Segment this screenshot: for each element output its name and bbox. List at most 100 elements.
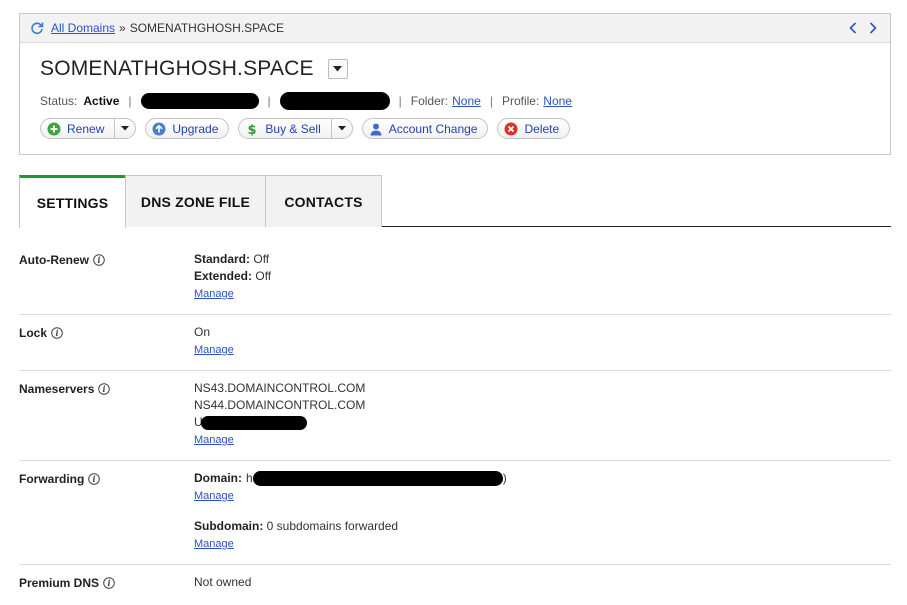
delete-button[interactable]: Delete bbox=[497, 118, 571, 139]
premium-dns-label: Premium DNS bbox=[19, 576, 100, 590]
forwarding-subdomain-manage-link[interactable]: Manage bbox=[194, 538, 234, 550]
divider: | bbox=[398, 94, 402, 108]
divider: | bbox=[489, 94, 493, 108]
upgrade-button[interactable]: Upgrade bbox=[145, 118, 230, 139]
extended-label: Extended: bbox=[194, 269, 253, 283]
svg-text:i: i bbox=[55, 328, 58, 338]
chevron-down-icon bbox=[337, 126, 346, 131]
standard-label: Standard: bbox=[194, 252, 251, 266]
redacted-created-date bbox=[140, 93, 259, 109]
chevron-down-icon bbox=[121, 126, 130, 131]
divider: | bbox=[128, 94, 132, 108]
profile-label: Profile: bbox=[501, 94, 540, 108]
folder-link[interactable]: None bbox=[452, 94, 481, 108]
forwarding-domain-prefix: h bbox=[246, 471, 253, 485]
lock-manage-link[interactable]: Manage bbox=[194, 344, 234, 356]
refresh-icon[interactable] bbox=[30, 21, 44, 35]
premium-dns-value: Not owned bbox=[194, 575, 252, 589]
delete-icon bbox=[504, 122, 518, 136]
action-toolbar: Renew Upgrade $ Buy & Sell Account Chang… bbox=[40, 118, 571, 139]
renew-dropdown[interactable] bbox=[114, 119, 130, 138]
renew-button[interactable]: Renew bbox=[40, 118, 137, 139]
domain-status-row: Status: Active | | | Folder: None | Prof… bbox=[40, 92, 572, 110]
upgrade-icon bbox=[152, 122, 166, 136]
tab-dns-zone-file[interactable]: DNS ZONE FILE bbox=[125, 175, 266, 227]
breadcrumb-current: SOMENATHGHOSH.SPACE bbox=[129, 21, 284, 35]
nameservers-label: Nameservers bbox=[19, 382, 95, 396]
svg-text:$: $ bbox=[248, 123, 257, 136]
lock-value: On bbox=[194, 325, 211, 339]
setting-row-lock: Lock i On Manage bbox=[19, 315, 891, 371]
info-icon[interactable]: i bbox=[103, 577, 115, 589]
nameservers-manage-link[interactable]: Manage bbox=[194, 434, 234, 446]
previous-domain-icon[interactable] bbox=[846, 20, 860, 36]
setting-row-premium-dns: Premium DNS i Not owned bbox=[19, 565, 891, 605]
breadcrumb-all-domains-link[interactable]: All Domains bbox=[51, 21, 115, 35]
dollar-icon: $ bbox=[245, 122, 259, 136]
forwarding-values: Domain: h ) Manage Subdomain: 0 subdomai… bbox=[194, 470, 507, 553]
account-change-label: Account Change bbox=[388, 121, 478, 136]
redacted-expiry-date bbox=[279, 92, 390, 110]
nameserver-2: NS44.DOMAINCONTROL.COM bbox=[194, 398, 366, 412]
lock-label: Lock bbox=[19, 326, 48, 340]
lock-values: On Manage bbox=[194, 324, 234, 359]
renew-icon bbox=[47, 122, 61, 136]
folder-label: Folder: bbox=[410, 94, 449, 108]
redacted-forwarding-url bbox=[252, 471, 503, 486]
status-value: Active bbox=[83, 94, 120, 108]
nameservers-heading: Nameservers i bbox=[19, 382, 111, 396]
breadcrumb: All Domains » SOMENATHGHOSH.SPACE bbox=[20, 14, 890, 43]
renew-label: Renew bbox=[67, 121, 105, 136]
delete-label: Delete bbox=[524, 121, 560, 136]
buy-sell-label: Buy & Sell bbox=[265, 121, 321, 136]
nameservers-values: NS43.DOMAINCONTROL.COM NS44.DOMAINCONTRO… bbox=[194, 380, 365, 449]
forwarding-domain-manage-link[interactable]: Manage bbox=[194, 490, 234, 502]
domain-title: SOMENATHGHOSH.SPACE bbox=[40, 57, 314, 80]
subdomain-value: 0 subdomains forwarded bbox=[266, 519, 399, 533]
nameserver-1: NS43.DOMAINCONTROL.COM bbox=[194, 381, 366, 395]
tab-settings[interactable]: SETTINGS bbox=[19, 175, 126, 228]
domain-menu-dropdown[interactable] bbox=[327, 59, 348, 79]
auto-renew-label: Auto-Renew bbox=[19, 253, 89, 267]
lock-heading: Lock i bbox=[19, 326, 63, 340]
setting-row-nameservers: Nameservers i NS43.DOMAINCONTROL.COM NS4… bbox=[19, 371, 891, 461]
upgrade-label: Upgrade bbox=[172, 121, 219, 136]
forwarding-domain-label: Domain: bbox=[194, 471, 242, 485]
auto-renew-heading: Auto-Renew i bbox=[19, 253, 105, 267]
domain-title-row: SOMENATHGHOSH.SPACE bbox=[40, 57, 348, 81]
svg-text:i: i bbox=[97, 255, 100, 265]
info-icon[interactable]: i bbox=[88, 473, 101, 485]
account-change-button[interactable]: Account Change bbox=[361, 118, 489, 139]
next-domain-icon[interactable] bbox=[866, 20, 880, 36]
redacted-nameserver-note bbox=[200, 415, 307, 430]
premium-dns-heading: Premium DNS i bbox=[19, 576, 115, 590]
forwarding-label: Forwarding bbox=[19, 472, 85, 486]
svg-text:i: i bbox=[103, 384, 106, 394]
svg-text:i: i bbox=[108, 578, 111, 588]
setting-row-forwarding: Forwarding i Domain: h ) Manage Subdomai… bbox=[19, 461, 891, 565]
info-icon[interactable]: i bbox=[93, 254, 105, 266]
domain-panel: All Domains » SOMENATHGHOSH.SPACE SOMENA… bbox=[19, 13, 891, 155]
subdomain-label: Subdomain: bbox=[194, 519, 264, 533]
profile-link[interactable]: None bbox=[543, 94, 572, 108]
auto-renew-values: Standard: Off Extended: Off Manage bbox=[194, 251, 271, 303]
pager bbox=[846, 20, 880, 36]
forwarding-domain-suffix: ) bbox=[502, 471, 507, 485]
user-icon bbox=[369, 122, 383, 136]
divider: | bbox=[267, 94, 271, 108]
tab-contacts[interactable]: CONTACTS bbox=[265, 175, 382, 227]
buy-sell-dropdown[interactable] bbox=[330, 119, 346, 138]
svg-text:i: i bbox=[93, 474, 96, 484]
breadcrumb-separator: » bbox=[119, 21, 126, 35]
chevron-down-icon bbox=[333, 66, 343, 72]
info-icon[interactable]: i bbox=[98, 383, 111, 395]
tab-bar: SETTINGS DNS ZONE FILE CONTACTS bbox=[19, 175, 891, 228]
standard-value: Off bbox=[253, 252, 270, 266]
info-icon[interactable]: i bbox=[51, 327, 63, 339]
buy-sell-button[interactable]: $ Buy & Sell bbox=[238, 118, 353, 139]
forwarding-heading: Forwarding i bbox=[19, 472, 101, 486]
auto-renew-manage-link[interactable]: Manage bbox=[194, 288, 234, 300]
setting-row-auto-renew: Auto-Renew i Standard: Off Extended: Off… bbox=[19, 240, 891, 315]
status-label: Status: bbox=[40, 94, 78, 108]
extended-value: Off bbox=[255, 269, 272, 283]
